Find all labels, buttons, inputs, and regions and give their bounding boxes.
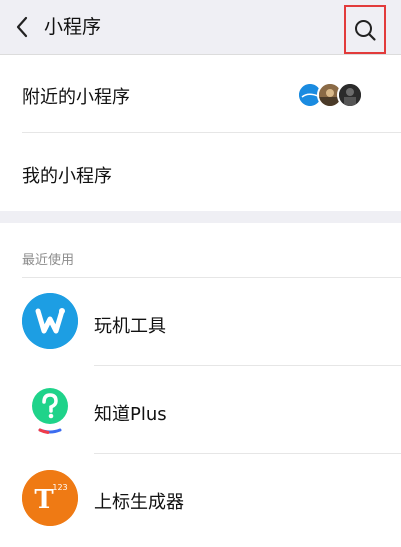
svg-text:T: T <box>34 485 54 515</box>
page-title: 小程序 <box>44 16 102 38</box>
recent-app-item[interactable]: 知道Plus <box>0 366 401 454</box>
wanji-tool-icon <box>22 293 78 349</box>
recent-section-caption: 最近使用 <box>22 253 75 268</box>
nav-bar: 小程序 <box>0 0 401 55</box>
recent-app-item[interactable]: 玩机工具 <box>0 278 401 366</box>
nearby-mini-programs-label: 附近的小程序 <box>22 87 130 108</box>
recent-app-item[interactable]: T 123 上标生成器 <box>0 454 401 541</box>
my-mini-programs-label: 我的小程序 <box>22 166 112 187</box>
divider <box>22 132 401 133</box>
my-mini-programs-row[interactable]: 我的小程序 <box>0 134 401 211</box>
app-name: 玩机工具 <box>94 316 166 337</box>
nearby-app-avatar-3 <box>337 82 363 108</box>
superscript-label: 123 <box>52 483 67 492</box>
chevron-left-icon <box>16 16 28 38</box>
search-icon <box>355 19 376 41</box>
nearby-mini-programs-row[interactable]: 附近的小程序 <box>0 56 401 133</box>
app-name: 上标生成器 <box>94 492 184 513</box>
nearby-avatars <box>297 82 367 108</box>
section-gap <box>0 211 401 223</box>
app-name: 知道Plus <box>94 404 167 425</box>
back-button[interactable] <box>8 12 36 42</box>
superscript-t-icon: T 123 <box>22 470 78 526</box>
search-button[interactable] <box>344 5 386 54</box>
zhidao-question-icon <box>22 382 78 438</box>
